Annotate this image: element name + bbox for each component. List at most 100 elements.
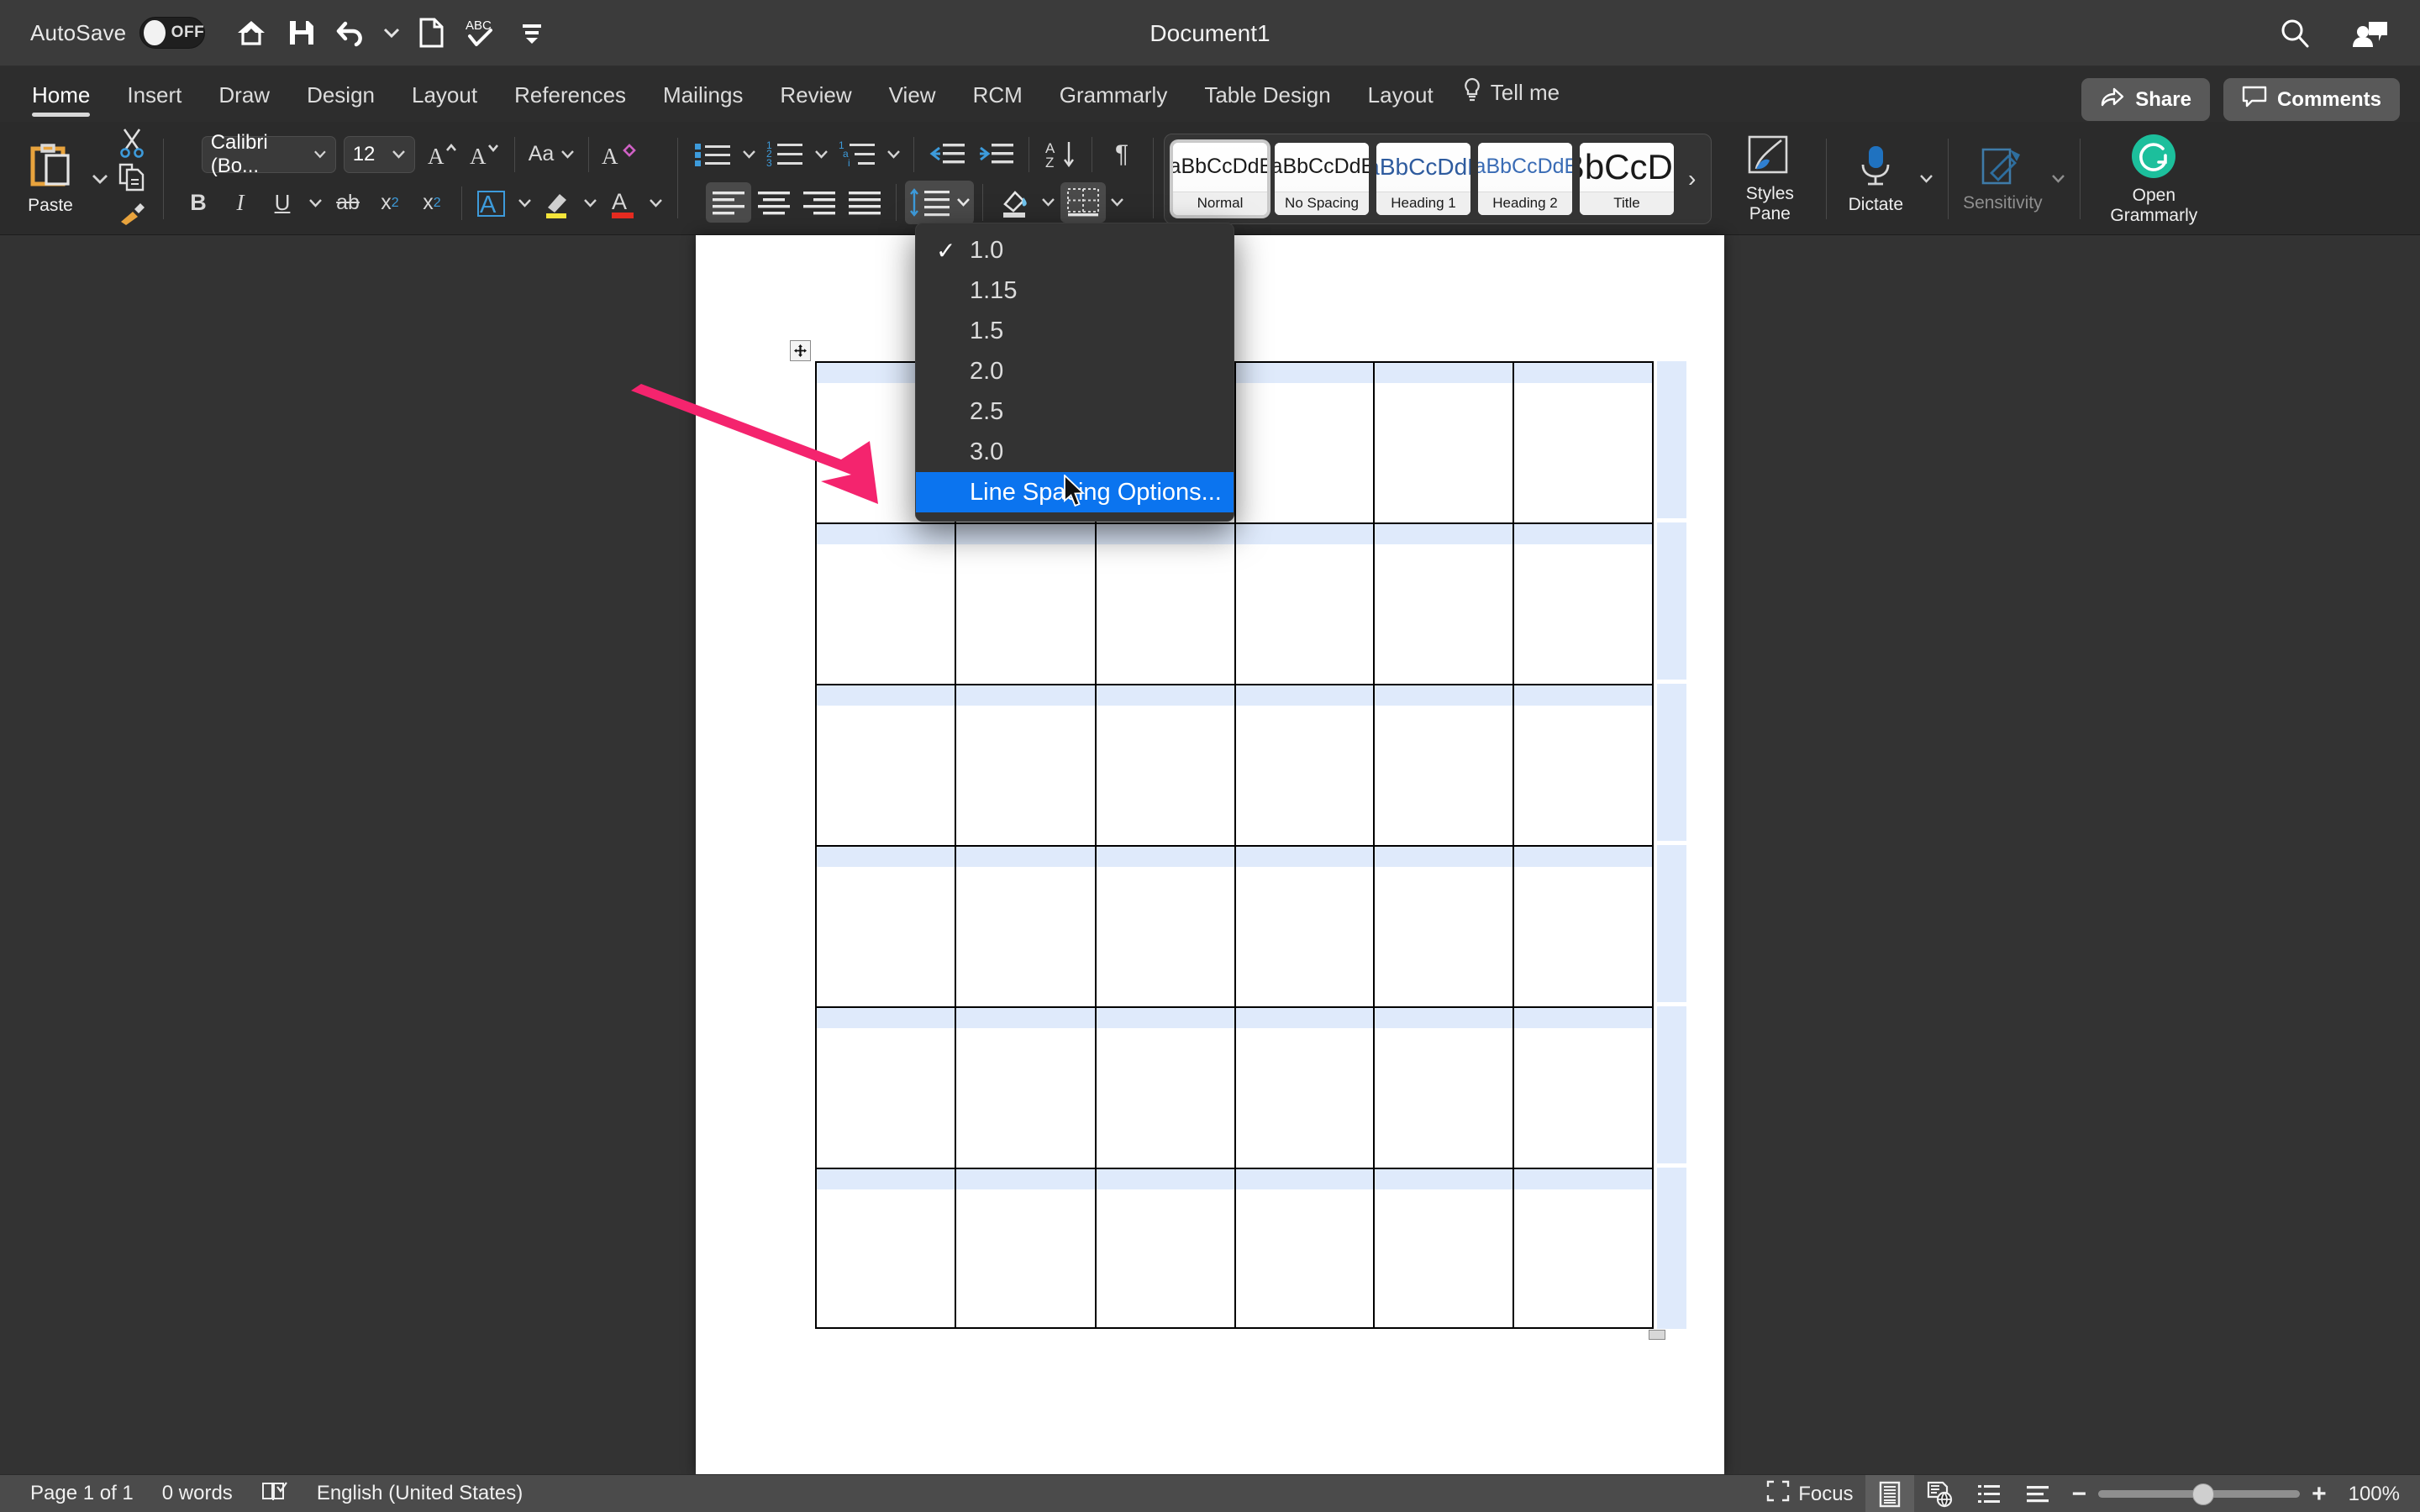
table-cell[interactable] bbox=[1512, 684, 1655, 847]
share-button[interactable]: Share bbox=[2081, 78, 2210, 121]
menu-item-2-5[interactable]: 2.5 bbox=[916, 391, 1234, 432]
table-cell[interactable] bbox=[1234, 1006, 1376, 1169]
format-painter-icon[interactable] bbox=[111, 197, 153, 231]
grow-font-icon[interactable]: A bbox=[422, 134, 464, 176]
table-cell[interactable] bbox=[1094, 845, 1236, 1008]
tab-insert[interactable]: Insert bbox=[108, 82, 200, 122]
zoom-slider-track[interactable] bbox=[2098, 1483, 2301, 1505]
font-name-combobox[interactable]: Calibri (Bo... bbox=[201, 131, 336, 177]
bullets-dropdown-icon[interactable] bbox=[737, 134, 760, 176]
style-tile-heading-2[interactable]: AaBbCcDdEe Heading 2 bbox=[1478, 142, 1572, 215]
table-cell[interactable] bbox=[1512, 845, 1655, 1008]
numbered-list-icon[interactable]: 123 bbox=[760, 134, 809, 176]
table-cell[interactable] bbox=[955, 522, 1097, 685]
table-row[interactable] bbox=[814, 522, 1655, 685]
table-cell[interactable] bbox=[1512, 1006, 1655, 1169]
table-cell[interactable] bbox=[1373, 684, 1514, 847]
align-center-icon[interactable] bbox=[751, 182, 797, 223]
table-cell[interactable] bbox=[1234, 845, 1376, 1008]
table-row[interactable] bbox=[814, 845, 1655, 1008]
table-cell[interactable] bbox=[814, 684, 957, 847]
zoom-in-button[interactable]: + bbox=[2312, 1480, 2327, 1509]
menu-item-2-0[interactable]: 2.0 bbox=[916, 351, 1234, 391]
font-color-dropdown-icon[interactable] bbox=[644, 182, 667, 224]
style-tile-title[interactable]: AaBbCcDdEe Title bbox=[1580, 142, 1674, 215]
align-left-icon[interactable] bbox=[705, 181, 751, 223]
focus-button[interactable]: Focus bbox=[1754, 1475, 1865, 1512]
table-cell[interactable] bbox=[814, 845, 957, 1008]
table-cell[interactable] bbox=[1234, 361, 1376, 524]
line-spacing-icon[interactable] bbox=[904, 180, 974, 224]
tab-draw[interactable]: Draw bbox=[200, 82, 288, 122]
style-tile-heading-1[interactable]: AaBbCcDdEe Heading 1 bbox=[1376, 142, 1470, 215]
subscript-button[interactable]: x2 bbox=[369, 182, 411, 224]
table-cell[interactable] bbox=[1094, 1006, 1236, 1169]
table-move-handle-icon[interactable] bbox=[790, 340, 811, 361]
tab-home[interactable]: Home bbox=[13, 82, 108, 122]
menu-item-1-5[interactable]: 1.5 bbox=[916, 311, 1234, 351]
align-right-icon[interactable] bbox=[797, 182, 842, 223]
comments-button[interactable]: Comments bbox=[2223, 78, 2400, 121]
bullet-list-icon[interactable] bbox=[688, 134, 737, 176]
proofing-icon[interactable] bbox=[261, 1479, 288, 1509]
page-indicator[interactable]: Page 1 of 1 bbox=[30, 1482, 134, 1505]
paste-button[interactable]: Paste bbox=[12, 126, 89, 231]
print-layout-icon[interactable] bbox=[1865, 1475, 1914, 1512]
undo-dropdown-icon[interactable] bbox=[380, 10, 403, 55]
tab-mailings[interactable]: Mailings bbox=[644, 82, 761, 122]
language-indicator[interactable]: English (United States) bbox=[317, 1482, 523, 1505]
tell-me-box[interactable]: Tell me bbox=[1452, 77, 1576, 122]
underline-dropdown-icon[interactable] bbox=[303, 182, 327, 224]
zoom-level-label[interactable]: 100% bbox=[2337, 1483, 2400, 1506]
new-document-icon[interactable] bbox=[408, 10, 454, 55]
table-cell[interactable] bbox=[1094, 684, 1236, 847]
font-size-combobox[interactable]: 12 bbox=[343, 135, 415, 173]
table-cell[interactable] bbox=[1094, 1168, 1236, 1329]
font-color-button[interactable]: A bbox=[602, 182, 644, 224]
shading-icon[interactable] bbox=[992, 182, 1037, 223]
styles-pane-button[interactable]: Styles Pane bbox=[1723, 126, 1816, 231]
table-cell[interactable] bbox=[1373, 1168, 1514, 1329]
cut-icon[interactable] bbox=[111, 126, 153, 160]
table-cell[interactable] bbox=[1373, 361, 1514, 524]
show-formatting-marks-button[interactable]: ¶ bbox=[1101, 134, 1143, 176]
table-cell[interactable] bbox=[955, 684, 1097, 847]
increase-indent-icon[interactable] bbox=[971, 134, 1020, 176]
tab-review[interactable]: Review bbox=[761, 82, 870, 122]
tab-view[interactable]: View bbox=[871, 82, 955, 122]
save-icon[interactable] bbox=[279, 10, 324, 55]
search-icon[interactable] bbox=[2272, 11, 2317, 56]
text-highlight-icon[interactable] bbox=[536, 182, 578, 224]
bold-button[interactable]: B bbox=[177, 182, 219, 224]
draft-icon[interactable] bbox=[2013, 1475, 2062, 1512]
table-cell[interactable] bbox=[1234, 1168, 1376, 1329]
zoom-slider-thumb[interactable] bbox=[2192, 1483, 2215, 1505]
table-row[interactable] bbox=[814, 1168, 1655, 1329]
customize-toolbar-icon[interactable] bbox=[509, 10, 555, 55]
tab-grammarly[interactable]: Grammarly bbox=[1041, 82, 1186, 122]
table-cell[interactable] bbox=[955, 1006, 1097, 1169]
sensitivity-dropdown-icon[interactable] bbox=[2046, 158, 2070, 200]
style-tile-normal[interactable]: AaBbCcDdEe Normal bbox=[1173, 142, 1267, 215]
sort-az-icon[interactable]: AZ bbox=[1038, 134, 1083, 176]
change-case-button[interactable]: Aa bbox=[523, 134, 581, 176]
table-row[interactable] bbox=[814, 1006, 1655, 1169]
multilevel-list-icon[interactable]: 1ai bbox=[833, 134, 881, 176]
borders-icon[interactable] bbox=[1060, 181, 1106, 223]
paste-dropdown-icon[interactable] bbox=[89, 158, 111, 200]
zoom-slider[interactable]: − + bbox=[2062, 1480, 2337, 1509]
table-cell[interactable] bbox=[955, 1168, 1097, 1329]
menu-item-3-0[interactable]: 3.0 bbox=[916, 432, 1234, 472]
dictate-dropdown-icon[interactable] bbox=[1914, 158, 1938, 200]
table-row[interactable] bbox=[814, 684, 1655, 847]
multilevel-dropdown-icon[interactable] bbox=[881, 134, 905, 176]
shading-dropdown-icon[interactable] bbox=[1037, 181, 1060, 223]
tab-layout[interactable]: Layout bbox=[393, 82, 496, 122]
highlight-dropdown-icon[interactable] bbox=[578, 182, 602, 224]
copy-icon[interactable] bbox=[111, 161, 153, 195]
borders-dropdown-icon[interactable] bbox=[1106, 181, 1129, 223]
table-cell[interactable] bbox=[1373, 1006, 1514, 1169]
menu-item-1-15[interactable]: 1.15 bbox=[916, 270, 1234, 311]
underline-button[interactable]: U bbox=[261, 182, 303, 224]
clear-formatting-icon[interactable]: A bbox=[597, 134, 639, 176]
